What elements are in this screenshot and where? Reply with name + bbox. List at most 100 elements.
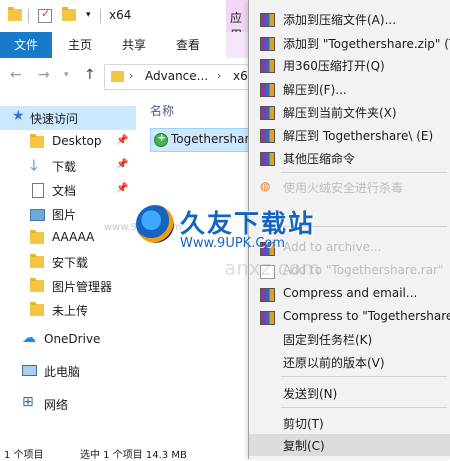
nav-item-quick-access[interactable]: ★ 快速访问: [0, 106, 136, 130]
tab-file[interactable]: 文件: [0, 32, 52, 58]
nav-item-downloads[interactable]: 🡓 下载 📌: [0, 154, 136, 178]
menu-item-label: 添加到压缩文件(A)...: [283, 13, 397, 27]
nav-item-label: 图片管理器: [52, 280, 113, 294]
menu-item-add-to-archive[interactable]: 添加到压缩文件(A)...: [249, 8, 450, 30]
nav-item-label: 安下载: [52, 256, 89, 270]
winrar-icon: [260, 288, 275, 302]
nav-item-label: OneDrive: [44, 332, 101, 346]
new-folder-icon[interactable]: [62, 7, 76, 21]
tab-share[interactable]: 共享: [112, 32, 156, 58]
nav-item-label: 此电脑: [44, 365, 81, 379]
address-bar[interactable]: › Advance... › x6: [104, 64, 251, 90]
menu-item-label: 使用火绒安全进行杀毒: [283, 181, 404, 195]
folder-icon: [30, 230, 44, 244]
menu-item-copy[interactable]: 复制(C): [249, 434, 450, 456]
address-bar-row: ← → ▾ ↑ › Advance... › x6: [0, 58, 251, 94]
watermark-logo-icon: [136, 205, 174, 243]
breadcrumb-chevron-icon[interactable]: ›: [129, 69, 133, 82]
winrar-icon: [260, 311, 275, 325]
tab-view[interactable]: 查看: [166, 32, 210, 58]
menu-item-send-to[interactable]: 发送到(N): [249, 382, 450, 404]
menu-item-label: Compress and email...: [283, 286, 418, 300]
breadcrumb-chevron-icon[interactable]: ›: [217, 69, 221, 82]
customize-toolbar-chevron-icon[interactable]: ▾: [86, 10, 91, 20]
up-arrow-icon[interactable]: ↑: [84, 67, 96, 83]
menu-item-restore-previous-versions[interactable]: 还原以前的版本(V): [249, 351, 450, 373]
status-bar: 1 个项目 选中 1 个项目 14.3 MB: [0, 444, 250, 461]
nav-item-label: 未上传: [52, 304, 89, 318]
navigation-pane: ★ 快速访问 Desktop 📌 🡓 下载 📌 文档 📌 图片 AAAAA 安下…: [0, 94, 136, 444]
shield-icon: ◍: [260, 179, 271, 193]
divider: [100, 9, 101, 23]
nav-item-network[interactable]: ⊞ 网络: [0, 392, 136, 416]
cloud-icon: ☁: [22, 330, 36, 346]
forward-arrow-icon[interactable]: →: [38, 67, 50, 83]
menu-item-huorong-scan[interactable]: ◍ 使用火绒安全进行杀毒: [249, 176, 450, 198]
nav-item-this-pc[interactable]: 此电脑: [0, 359, 136, 383]
download-icon: 🡓: [30, 156, 38, 174]
menu-item-other-commands[interactable]: 其他压缩命令: [249, 147, 450, 169]
menu-item-label: 还原以前的版本(V): [283, 356, 385, 370]
nav-item-documents[interactable]: 文档 📌: [0, 178, 136, 202]
file-name: Togethershare: [171, 132, 257, 146]
folder-icon: [30, 278, 44, 292]
watermark-faint-text: anxz.com: [224, 256, 321, 280]
menu-item-compress-and-email[interactable]: Compress and email...: [249, 283, 450, 305]
nav-item-label: 图片: [52, 208, 77, 222]
folder-icon: [30, 254, 44, 268]
menu-item-label: 发送到(N): [283, 387, 338, 401]
winrar-icon: [260, 152, 275, 166]
menu-item-compress-to-rar[interactable]: Compress to "Togethershare: [249, 306, 450, 328]
ribbon-context-highlight: [226, 32, 250, 58]
menu-item-cut[interactable]: 剪切(T): [249, 412, 450, 434]
column-header-name[interactable]: 名称: [150, 102, 174, 119]
menu-item-label: 剪切(T): [283, 417, 324, 431]
pin-icon: 📌: [116, 159, 129, 170]
breadcrumb-segment[interactable]: Advance...: [145, 69, 208, 83]
folder-icon: [111, 71, 124, 82]
menu-item-open-with-360[interactable]: 用360压缩打开(Q): [249, 54, 450, 76]
winrar-icon: [260, 129, 275, 143]
title-bar: ▾ x64 应用: [0, 0, 250, 42]
menu-item-extract-to[interactable]: 解压到(F)...: [249, 78, 450, 100]
menu-separator: [281, 407, 447, 408]
menu-item-label: 复制(C): [283, 439, 325, 453]
nav-item-anxiazai[interactable]: 安下载: [0, 250, 136, 274]
properties-icon[interactable]: [38, 7, 52, 23]
file-item[interactable]: Togethershare: [150, 128, 257, 152]
nav-item-image-manager[interactable]: 图片管理器: [0, 274, 136, 298]
breadcrumb-segment[interactable]: x6: [233, 69, 248, 83]
menu-item-extract-here[interactable]: 解压到当前文件夹(X): [249, 101, 450, 123]
nav-item-label: 网络: [44, 398, 69, 412]
nav-item-not-uploaded[interactable]: 未上传: [0, 298, 136, 322]
recent-locations-chevron-icon[interactable]: ▾: [64, 70, 69, 80]
menu-item-extract-to-folder[interactable]: 解压到 Togethershare\ (E): [249, 124, 450, 146]
divider: [28, 9, 29, 23]
folder-icon: [30, 302, 44, 316]
window-title: x64: [109, 8, 132, 22]
nav-item-onedrive[interactable]: ☁ OneDrive: [0, 328, 136, 352]
winrar-icon: [260, 37, 275, 51]
menu-separator: [281, 172, 447, 173]
winrar-icon: [260, 59, 275, 73]
watermark-url: Www.9UPK.Com: [180, 236, 286, 251]
folder-icon: [30, 134, 44, 148]
installer-icon: [154, 131, 168, 147]
tab-application-tools[interactable]: 应用: [226, 0, 250, 42]
pin-icon: 📌: [116, 183, 129, 194]
menu-item-pin-to-taskbar[interactable]: 固定到任务栏(K): [249, 328, 450, 350]
menu-item-add-to-zip[interactable]: 添加到 "Togethershare.zip" (T): [249, 32, 450, 54]
document-icon: [32, 183, 44, 198]
folder-icon[interactable]: [8, 7, 22, 21]
menu-item-label: 解压到(F)...: [283, 83, 347, 97]
back-arrow-icon[interactable]: ←: [10, 67, 22, 83]
menu-item-label: 用360压缩打开(Q): [283, 59, 385, 73]
menu-item-label: Compress to "Togethershare: [283, 309, 450, 323]
watermark-title: 久友下载站: [180, 209, 316, 238]
nav-item-desktop[interactable]: Desktop 📌: [0, 130, 136, 154]
winrar-icon: [260, 13, 275, 27]
winrar-icon: [260, 106, 275, 120]
menu-item-label: 解压到当前文件夹(X): [283, 106, 397, 120]
star-icon: ★: [12, 108, 25, 124]
tab-home[interactable]: 主页: [58, 32, 102, 58]
